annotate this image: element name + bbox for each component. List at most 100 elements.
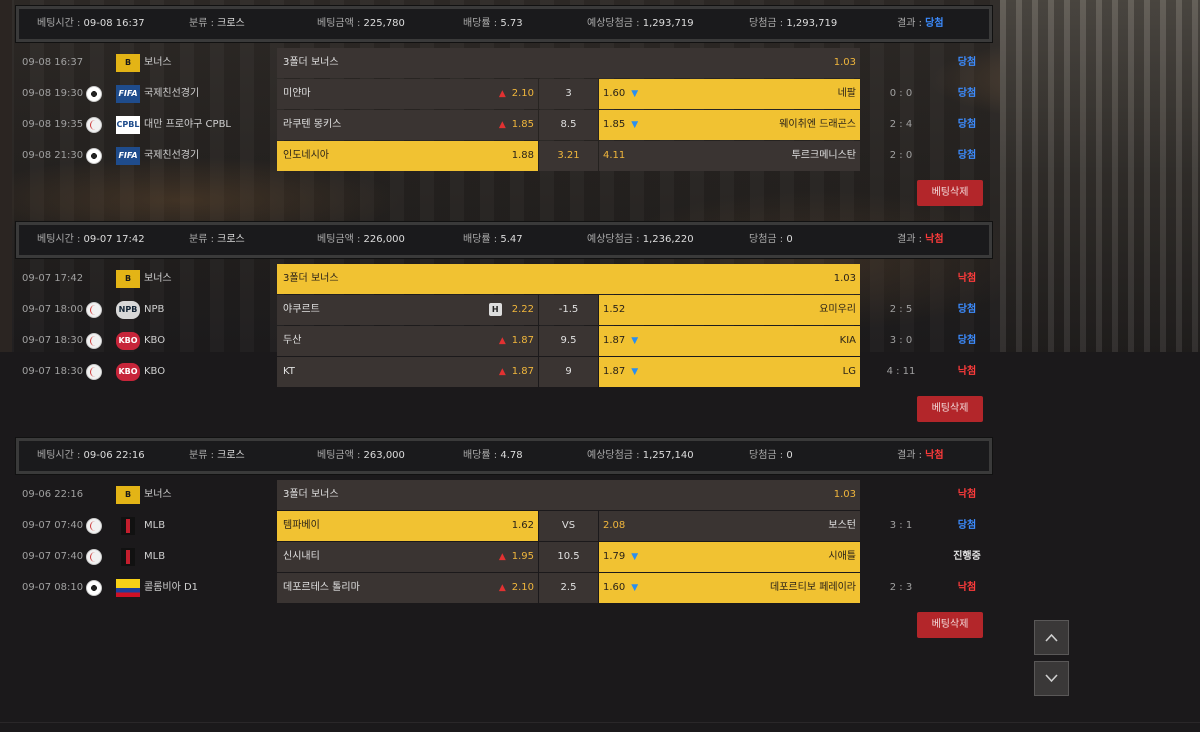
away-team-option[interactable]: 2.08 보스턴 — [599, 511, 860, 541]
home-team-option[interactable]: 템파베이 1.62 — [277, 511, 538, 541]
draw-handicap-option[interactable]: 8.5 — [539, 110, 598, 140]
home-team-option[interactable]: 미얀마 ▲ 2.10 — [277, 79, 538, 109]
header-odds: 배당률 : 5.73 — [463, 9, 523, 39]
handicap-badge: H — [488, 303, 502, 316]
match-date: 09-07 18:00 — [22, 304, 84, 315]
match-date: 09-08 21:30 — [22, 150, 84, 161]
baseball-icon — [86, 333, 102, 349]
header-amount-value: 226,000 — [363, 234, 405, 245]
bet-summary-header: 베팅시간 : 09-07 17:42 분류 : 크로스 베팅금액 : 226,000… — [15, 221, 993, 259]
header-amount: 베팅금액 : 226,000 — [317, 225, 405, 255]
bonus-title: 3폴더 보너스 — [283, 57, 339, 68]
draw-handicap-option[interactable]: VS — [539, 511, 598, 541]
match-date: 09-08 16:37 — [22, 57, 84, 68]
header-odds: 배당률 : 4.78 — [463, 441, 523, 471]
header-win-label: 당첨금 : — [749, 234, 784, 245]
header-type: 분류 : 크로스 — [189, 441, 245, 471]
home-team-option[interactable]: 신시내티 ▲ 1.95 — [277, 542, 538, 572]
home-odds: ▲ 1.95 — [499, 542, 534, 572]
away-team-option[interactable]: 1.52 요미우리 — [599, 295, 860, 325]
away-team-option[interactable]: 1.60 ▼ 네팔 — [599, 79, 860, 109]
header-win: 당첨금 : 0 — [749, 441, 793, 471]
home-odds-value: 1.87 — [511, 335, 534, 346]
away-team-name: 요미우리 — [819, 304, 856, 315]
home-team-option[interactable]: 데포르테스 톨리마 ▲ 2.10 — [277, 573, 538, 603]
away-odds-value: 1.52 — [603, 304, 626, 315]
home-team-name: 템파베이 — [283, 520, 320, 531]
header-odds: 배당률 : 5.47 — [463, 225, 523, 255]
draw-handicap-option[interactable]: 3 — [539, 79, 598, 109]
home-team-option[interactable]: 인도네시아 1.88 — [277, 141, 538, 171]
odds-down-arrow-icon: ▼ — [631, 552, 639, 562]
match-row: 09-07 18:30 KBO KBO 두산 ▲ 1.87 9.5 1.87 ▼ KIA 3 : 0… — [0, 326, 1000, 356]
home-team-name: 라쿠텐 몽키스 — [283, 119, 342, 130]
draw-handicap-option[interactable]: -1.5 — [539, 295, 598, 325]
away-odds-value: 1.87 — [603, 366, 626, 377]
scroll-up-button[interactable] — [1034, 620, 1069, 655]
header-result-value: 낙첨 — [925, 234, 944, 245]
draw-handicap-option[interactable]: 3.21 — [539, 141, 598, 171]
baseball-icon — [86, 302, 102, 318]
delete-bet-button[interactable]: 베팅삭제 — [917, 180, 983, 206]
away-team-option[interactable]: 4.11 투르크메니스탄 — [599, 141, 860, 171]
draw-handicap-option[interactable]: 10.5 — [539, 542, 598, 572]
away-odds: 1.87 ▼ — [603, 357, 638, 387]
home-odds-value: 1.62 — [511, 520, 534, 531]
scroll-down-button[interactable] — [1034, 661, 1069, 696]
header-time: 베팅시간 : 09-07 17:42 — [37, 225, 145, 255]
match-score: 3 : 1 — [889, 520, 913, 531]
odds-up-arrow-icon: ▲ — [498, 552, 506, 562]
away-team-name: 데포르티보 페레이라 — [770, 582, 856, 593]
chevron-down-icon — [1045, 674, 1058, 683]
header-type-value: 크로스 — [217, 18, 245, 29]
header-expected: 예상당첨금 : 1,236,220 — [587, 225, 694, 255]
match-row: 09-08 19:35 CPBL 대만 프로야구 CPBL 라쿠텐 몽키스 ▲ 1.85 8… — [0, 110, 1000, 140]
away-team-option[interactable]: 1.85 ▼ 웨이취엔 드래곤스 — [599, 110, 860, 140]
league-name: KBO — [144, 366, 166, 377]
mid-value: 3.21 — [557, 150, 580, 161]
header-odds-value: 5.47 — [500, 234, 523, 245]
header-time: 베팅시간 : 09-06 22:16 — [37, 441, 145, 471]
home-odds-value: 1.88 — [511, 150, 534, 161]
away-team-option[interactable]: 1.87 ▼ LG — [599, 357, 860, 387]
draw-handicap-option[interactable]: 2.5 — [539, 573, 598, 603]
away-odds-value: 2.08 — [603, 520, 626, 531]
header-result-label: 결과 : — [897, 450, 922, 461]
home-team-option[interactable]: 두산 ▲ 1.87 — [277, 326, 538, 356]
match-result: 당첨 — [957, 119, 977, 130]
match-row: 09-08 19:30 FIFA 국제친선경기 미얀마 ▲ 2.10 3 1.60 ▼ 네팔 0 :… — [0, 79, 1000, 109]
bonus-row: 09-08 16:37 B 보너스 3폴더 보너스 1.03 당첨 — [0, 48, 1000, 78]
league-name: 보너스 — [144, 57, 172, 68]
match-date: 09-07 07:40 — [22, 551, 84, 562]
match-result: 당첨 — [957, 150, 977, 161]
match-row: 09-08 21:30 FIFA 국제친선경기 인도네시아 1.88 3.21 4.11 투르… — [0, 141, 1000, 171]
bonus-box: 3폴더 보너스 1.03 — [277, 264, 860, 294]
draw-handicap-option[interactable]: 9.5 — [539, 326, 598, 356]
delete-bet-button[interactable]: 베팅삭제 — [917, 396, 983, 422]
away-team-option[interactable]: 1.87 ▼ KIA — [599, 326, 860, 356]
match-result: 진행중 — [953, 551, 981, 562]
home-team-option[interactable]: KT ▲ 1.87 — [277, 357, 538, 387]
delete-bet-button[interactable]: 베팅삭제 — [917, 612, 983, 638]
header-amount: 베팅금액 : 263,000 — [317, 441, 405, 471]
home-odds-value: 1.95 — [511, 551, 534, 562]
away-team-option[interactable]: 1.60 ▼ 데포르티보 페레이라 — [599, 573, 860, 603]
league-name: NPB — [144, 304, 165, 315]
baseball-icon — [86, 518, 102, 534]
header-type-value: 크로스 — [217, 450, 245, 461]
mid-value: 8.5 — [560, 119, 577, 130]
odds-up-arrow-icon: ▲ — [498, 89, 506, 99]
home-team-option[interactable]: 야쿠르트 H 2.22 — [277, 295, 538, 325]
match-result: 당첨 — [957, 304, 977, 315]
bet-summary-header: 베팅시간 : 09-06 22:16 분류 : 크로스 베팅금액 : 263,000… — [15, 437, 993, 475]
home-team-option[interactable]: 라쿠텐 몽키스 ▲ 1.85 — [277, 110, 538, 140]
home-team-name: KT — [283, 366, 295, 377]
header-odds-label: 배당률 : — [463, 234, 498, 245]
header-result-value: 낙첨 — [925, 450, 944, 461]
draw-handicap-option[interactable]: 9 — [539, 357, 598, 387]
match-result: 당첨 — [957, 88, 977, 99]
bonus-icon: B — [116, 486, 140, 504]
odds-down-arrow-icon: ▼ — [631, 89, 639, 99]
away-team-option[interactable]: 1.79 ▼ 시애틀 — [599, 542, 860, 572]
match-row: 09-07 18:00 NPB NPB 야쿠르트 H 2.22 -1.5 1.52 요미우리 2 … — [0, 295, 1000, 325]
